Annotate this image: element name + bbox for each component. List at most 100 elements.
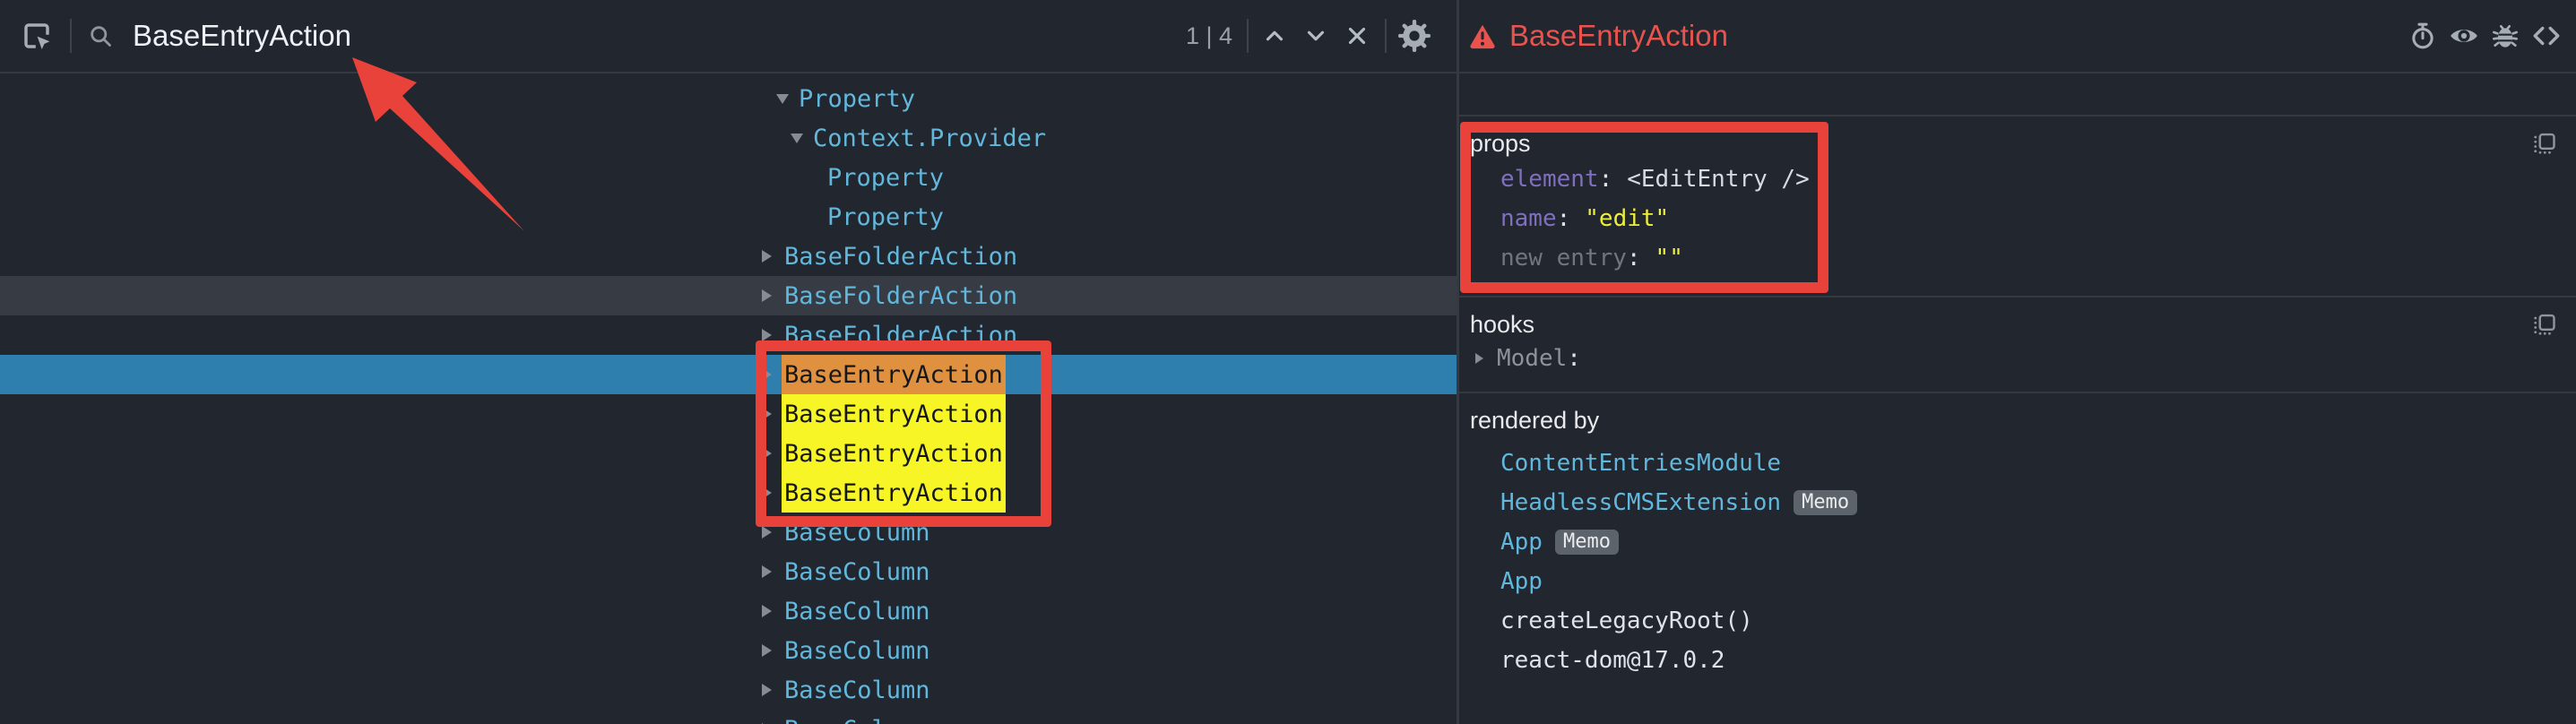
component-name: BaseColumn — [782, 591, 933, 631]
tree-row-basecolumn[interactable]: BaseColumn — [0, 670, 1457, 710]
arrow-spacer — [805, 158, 825, 197]
tree-row-property[interactable]: Property — [0, 197, 1457, 237]
warning-triangle-icon — [1466, 15, 1499, 56]
component-name: BaseFolderAction — [782, 315, 1020, 355]
bug-icon — [2491, 22, 2520, 50]
tree-row-basecolumn[interactable]: BaseColumn — [0, 513, 1457, 552]
components-toolbar: 1 | 4 — [0, 0, 1457, 73]
expand-arrow-icon[interactable] — [762, 513, 782, 552]
expand-arrow-icon[interactable] — [762, 237, 782, 276]
owner-text: createLegacyRoot() — [1500, 608, 1753, 634]
tree-row-property[interactable]: Property — [0, 79, 1457, 118]
colon: : — [1627, 245, 1641, 272]
tree-row-basecolumn[interactable]: BaseColumn — [0, 591, 1457, 631]
expand-arrow-icon[interactable] — [762, 631, 782, 670]
tree-row-baseentryaction[interactable]: BaseEntryAction — [0, 394, 1457, 434]
prop-value: "edit" — [1585, 205, 1669, 232]
tree-row-basecolumn[interactable]: BaseColumn — [0, 710, 1457, 724]
rendered-by-section: rendered by ContentEntriesModuleHeadless… — [1459, 392, 2576, 680]
prop-row[interactable]: name: "edit" — [1470, 199, 2560, 238]
copy-props-button[interactable] — [2529, 128, 2560, 159]
expand-arrow-icon[interactable] — [762, 710, 782, 724]
expand-arrow-icon[interactable] — [762, 315, 782, 355]
hooks-header: hooks — [1470, 311, 1534, 339]
tree-row-context-provider[interactable]: Context.Provider — [0, 118, 1457, 158]
component-name: BaseColumn — [782, 670, 933, 710]
expand-arrow-icon[interactable] — [762, 473, 782, 513]
expand-arrow-icon[interactable] — [762, 434, 782, 473]
rendered-by-item: ContentEntriesModule — [1470, 444, 2560, 483]
inspect-dom-element-button[interactable] — [2443, 15, 2485, 56]
prop-key: name — [1500, 205, 1557, 232]
search-input[interactable] — [133, 19, 1179, 53]
expand-arrow-icon[interactable] — [762, 394, 782, 434]
colon: : — [1599, 166, 1613, 193]
colon: : — [1557, 205, 1571, 232]
copy-hooks-button[interactable] — [2529, 309, 2560, 340]
colon: : — [1567, 345, 1581, 372]
prop-key: element — [1500, 166, 1599, 193]
prop-row[interactable]: element: <EditEntry /> — [1470, 159, 2560, 199]
owner-link[interactable]: ContentEntriesModule — [1500, 450, 1781, 477]
expand-arrow-icon[interactable] — [1475, 353, 1497, 364]
tree-row-property[interactable]: Property — [0, 158, 1457, 197]
expand-arrow-icon[interactable] — [762, 670, 782, 710]
previous-match-button[interactable] — [1254, 15, 1295, 56]
collapse-arrow-icon[interactable] — [791, 118, 810, 158]
owner-link[interactable]: HeadlessCMSExtension — [1500, 489, 1781, 516]
view-source-button[interactable] — [2526, 15, 2567, 56]
component-name: BaseColumn — [782, 631, 933, 670]
search-icon — [82, 15, 118, 56]
component-name: BaseEntryAction — [782, 394, 1006, 434]
expand-arrow-icon[interactable] — [762, 355, 782, 394]
component-name: BaseEntryAction — [782, 355, 1006, 394]
prop-row[interactable]: new entry:"" — [1470, 238, 2560, 278]
tree-row-baseentryaction[interactable]: BaseEntryAction — [0, 355, 1457, 394]
inspected-component-title: BaseEntryAction — [1509, 19, 1728, 53]
component-name: BaseEntryAction — [782, 473, 1006, 513]
owner-text: react-dom@17.0.2 — [1500, 647, 1725, 674]
prop-value: <EditEntry /> — [1627, 166, 1810, 193]
react-devtools-window: 1 | 4 — [0, 0, 2576, 724]
clear-search-button[interactable] — [1336, 15, 1378, 56]
hook-row[interactable]: Model: — [1470, 340, 2560, 376]
chevron-up-icon — [1261, 22, 1288, 49]
expand-arrow-icon[interactable] — [762, 591, 782, 631]
tree-row-baseentryaction[interactable]: BaseEntryAction — [0, 434, 1457, 473]
inspect-element-icon — [21, 20, 53, 52]
component-name: BaseEntryAction — [782, 434, 1006, 473]
arrow-spacer — [805, 197, 825, 237]
component-name: Property — [796, 79, 918, 118]
chevron-down-icon — [1302, 22, 1329, 49]
inspected-element-panel: props element: <EditEntry /> name: "edit" ne… — [1459, 75, 2576, 724]
gear-icon — [1396, 18, 1432, 54]
eye-icon — [2449, 21, 2479, 51]
settings-button[interactable] — [1394, 15, 1435, 56]
inspected-element-toolbar: BaseEntryAction — [1459, 0, 2576, 73]
owner-link[interactable]: App — [1500, 529, 1543, 556]
inspect-element-button[interactable] — [16, 15, 57, 56]
tree-row-basefolderaction[interactable]: BaseFolderAction — [0, 276, 1457, 315]
component-name: BaseColumn — [782, 552, 933, 591]
collapse-arrow-icon[interactable] — [776, 79, 796, 118]
component-name: BaseColumn — [782, 513, 933, 552]
component-name: Context.Provider — [810, 118, 1049, 158]
tree-row-basefolderaction[interactable]: BaseFolderAction — [0, 315, 1457, 355]
owner-link[interactable]: App — [1500, 568, 1543, 595]
prop-key: new entry — [1500, 245, 1627, 272]
toolbar-separator — [1247, 19, 1249, 53]
log-component-data-button[interactable] — [2485, 15, 2526, 56]
next-match-button[interactable] — [1295, 15, 1336, 56]
props-header: props — [1470, 130, 1531, 158]
tree-row-basecolumn[interactable]: BaseColumn — [0, 552, 1457, 591]
tree-row-basecolumn[interactable]: BaseColumn — [0, 631, 1457, 670]
expand-arrow-icon[interactable] — [762, 276, 782, 315]
suspend-component-button[interactable] — [2402, 15, 2443, 56]
tree-row-baseentryaction[interactable]: BaseEntryAction — [0, 473, 1457, 513]
tree-row-basefolderaction[interactable]: BaseFolderAction — [0, 237, 1457, 276]
memo-badge: Memo — [1555, 530, 1619, 555]
hooks-section: hooks Model: — [1459, 296, 2576, 392]
expand-arrow-icon[interactable] — [762, 552, 782, 591]
toolbar-separator — [70, 19, 72, 53]
component-name: BaseFolderAction — [782, 276, 1020, 315]
